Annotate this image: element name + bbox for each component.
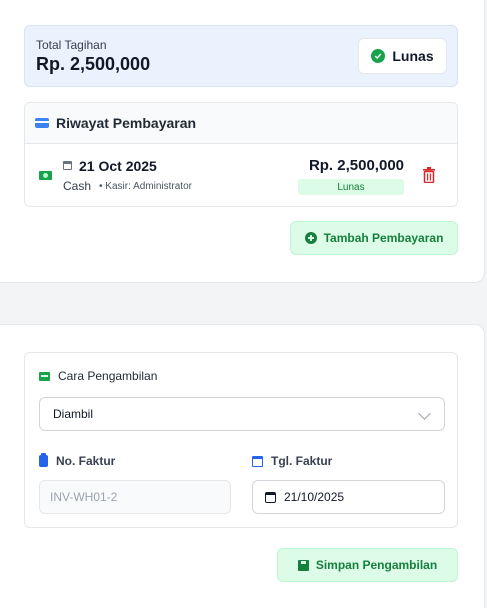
check-circle-icon (371, 49, 386, 63)
save-icon (297, 559, 309, 571)
trash-icon[interactable] (423, 167, 435, 184)
calendar-icon (252, 455, 263, 467)
plus-circle-icon (304, 232, 317, 244)
pickup-method-value: Diambil (53, 407, 94, 421)
credit-card-icon (35, 118, 49, 128)
invoice-number-label-text: No. Faktur (56, 454, 116, 468)
status-badge: Lunas (358, 38, 447, 74)
total-summary: Total Tagihan Rp. 2,500,000 Lunas (24, 25, 458, 87)
pickup-section: Cara Pengambilan Diambil No. Faktur Tgl.… (24, 352, 458, 528)
chevron-down-icon (418, 407, 431, 420)
add-payment-button[interactable]: Tambah Pembayaran (290, 221, 458, 255)
payment-status-badge: Lunas (298, 179, 404, 195)
payment-history-header: Riwayat Pembayaran (25, 103, 457, 144)
calendar-icon[interactable] (265, 491, 276, 503)
payment-date: 21 Oct 2025 (79, 158, 157, 174)
pickup-title-label: Cara Pengambilan (58, 369, 158, 383)
invoice-date-value: 21/10/2025 (284, 490, 345, 504)
total-label: Total Tagihan (36, 38, 107, 52)
invoice-date-label: Tgl. Faktur (252, 454, 332, 468)
invoice-number-label: No. Faktur (39, 453, 116, 468)
clipboard-icon (39, 453, 48, 467)
payment-amount: Rp. 2,500,000 (308, 157, 404, 174)
invoice-date-label-text: Tgl. Faktur (271, 454, 333, 468)
pickup-method-select[interactable]: Diambil (39, 397, 445, 431)
status-label: Lunas (392, 48, 434, 64)
invoice-number-field[interactable] (39, 480, 231, 514)
payment-cashier: • Kasir: Administrator (99, 181, 192, 192)
calendar-icon (63, 161, 72, 170)
save-pickup-button[interactable]: Simpan Pengambilan (277, 548, 458, 582)
box-icon (39, 371, 50, 381)
money-icon (39, 171, 52, 180)
payment-card: Total Tagihan Rp. 2,500,000 Lunas Riwaya… (0, 0, 485, 283)
total-amount: Rp. 2,500,000 (36, 54, 151, 74)
save-pickup-label: Simpan Pengambilan (315, 558, 438, 572)
payment-method: Cash (63, 179, 92, 193)
add-payment-label: Tambah Pembayaran (323, 231, 444, 245)
invoice-date-field[interactable]: 21/10/2025 (252, 480, 445, 514)
payment-row: 21 Oct 2025 Cash • Kasir: Administrator … (25, 144, 457, 206)
payment-history-title: Riwayat Pembayaran (56, 115, 197, 131)
pickup-title: Cara Pengambilan (39, 369, 157, 383)
payment-history: Riwayat Pembayaran 21 Oct 2025 Cash • Ka… (24, 102, 458, 207)
